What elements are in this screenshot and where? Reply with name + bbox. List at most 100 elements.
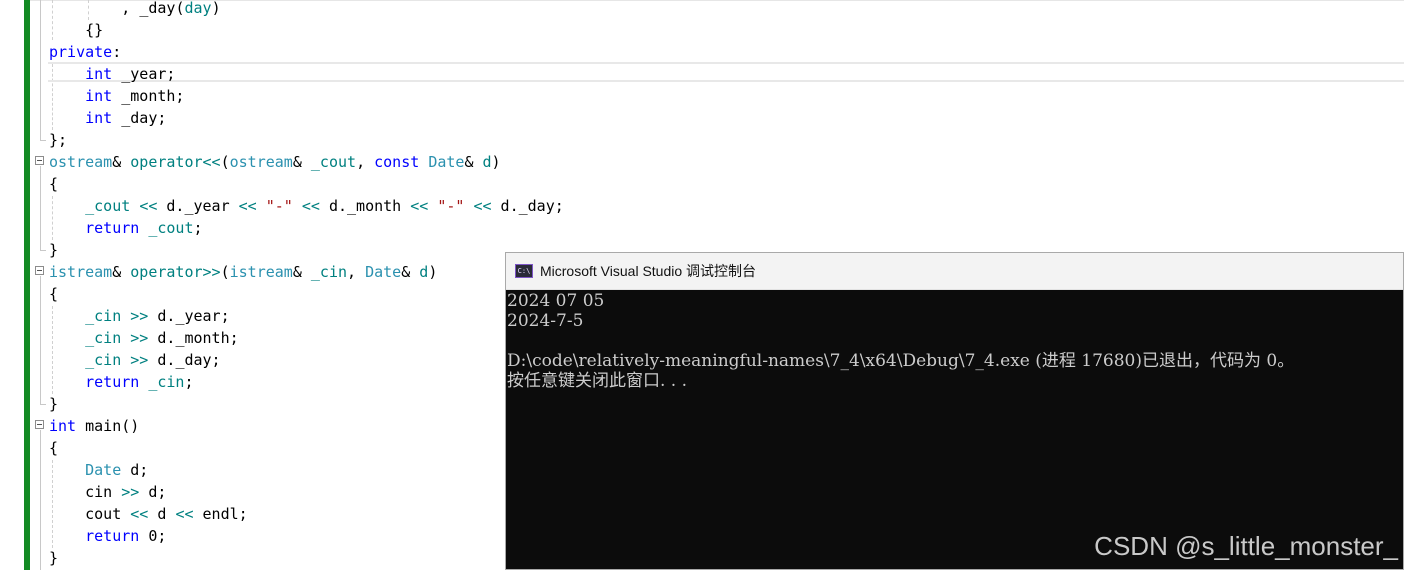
- code-token: d.: [148, 351, 176, 369]
- code-line[interactable]: _cout << d._year << "-" << d._month << "…: [49, 195, 564, 217]
- code-token: ): [428, 263, 438, 281]
- code-token: "-": [265, 197, 293, 215]
- code-token: &: [401, 263, 420, 281]
- fold-end-operator-in: [40, 404, 46, 405]
- code-token: d: [482, 153, 492, 171]
- code-line[interactable]: cout << d << endl;: [49, 503, 248, 525]
- code-line[interactable]: return _cout;: [49, 217, 203, 239]
- console-app-icon: C:\: [515, 264, 533, 278]
- code-token: "-": [437, 197, 465, 215]
- code-line[interactable]: ostream& operator<<(ostream& _cout, cons…: [49, 151, 501, 173]
- code-line[interactable]: int _day;: [49, 107, 166, 129]
- code-token: _day: [139, 0, 176, 17]
- code-token: d;: [121, 461, 149, 479]
- code-token: >>: [130, 329, 149, 347]
- code-line[interactable]: , _day(day): [49, 0, 220, 19]
- code-token: ;: [184, 373, 194, 391]
- code-token: <<: [473, 197, 492, 215]
- code-line[interactable]: {: [49, 173, 58, 195]
- console-line: 2024 07 05: [507, 291, 605, 311]
- code-token: istream: [49, 263, 113, 281]
- code-token: _year: [184, 197, 230, 215]
- code-line[interactable]: }: [49, 239, 58, 261]
- code-line[interactable]: int _year;: [49, 63, 175, 85]
- code-token: {: [49, 285, 59, 303]
- code-token: };: [49, 131, 68, 149]
- code-token: }: [49, 549, 59, 567]
- code-line[interactable]: int _month;: [49, 85, 184, 107]
- code-token: &: [292, 153, 311, 171]
- code-token: return: [85, 373, 140, 391]
- code-token: ostream: [49, 153, 113, 171]
- code-line[interactable]: _cin >> d._year;: [49, 305, 230, 327]
- fold-end-operator-out: [40, 250, 46, 251]
- code-line[interactable]: int main(): [49, 415, 139, 437]
- code-token: :: [112, 43, 122, 61]
- code-token: &: [112, 153, 131, 171]
- code-token: &: [464, 153, 483, 171]
- console-output[interactable]: 2024 07 05 2024-7-5 D:\code\relatively-m…: [506, 290, 1403, 569]
- code-line[interactable]: {}: [49, 19, 103, 41]
- code-token: cout: [49, 505, 131, 523]
- code-line[interactable]: return 0;: [49, 525, 166, 547]
- code-line[interactable]: cin >> d;: [49, 481, 166, 503]
- code-token: ;: [193, 219, 203, 237]
- code-line[interactable]: }: [49, 393, 58, 415]
- code-token: _cin: [85, 351, 122, 369]
- code-token: &: [292, 263, 311, 281]
- console-titlebar[interactable]: C:\ Microsoft Visual Studio 调试控制台: [506, 253, 1403, 290]
- code-line[interactable]: istream& operator>>(istream& _cin, Date&…: [49, 261, 437, 283]
- debug-console-window[interactable]: C:\ Microsoft Visual Studio 调试控制台 2024 0…: [505, 252, 1404, 570]
- current-line-highlight: [48, 62, 1404, 82]
- code-line[interactable]: _cin >> d._day;: [49, 349, 220, 371]
- code-token: <<: [175, 505, 194, 523]
- code-token: }: [49, 395, 59, 413]
- code-line[interactable]: }: [49, 547, 58, 569]
- code-token: d.: [157, 197, 185, 215]
- fold-line-class: [40, 0, 41, 140]
- code-line[interactable]: {: [49, 437, 58, 459]
- fold-toggle-main-icon[interactable]: [35, 420, 44, 429]
- code-token: d.: [319, 197, 348, 215]
- code-token: {: [49, 439, 59, 457]
- console-line: D:\code\relatively-meaningful-names\7_4\…: [507, 351, 1295, 371]
- code-line[interactable]: private:: [49, 41, 121, 63]
- code-token: d: [148, 505, 176, 523]
- fold-line-main: [40, 430, 41, 570]
- code-line[interactable]: {: [49, 283, 58, 305]
- fold-toggle-operator-out-icon[interactable]: [35, 156, 44, 165]
- console-title: Microsoft Visual Studio 调试控制台: [540, 263, 757, 279]
- code-token: >>: [130, 351, 149, 369]
- code-line[interactable]: _cin >> d._month;: [49, 327, 239, 349]
- code-line[interactable]: };: [49, 129, 67, 151]
- fold-toggle-operator-in-icon[interactable]: [35, 266, 44, 275]
- code-token: _cout: [148, 219, 194, 237]
- code-token: return: [85, 527, 140, 545]
- code-token: endl;: [193, 505, 248, 523]
- code-token: _day;: [112, 109, 167, 127]
- code-line[interactable]: Date d;: [49, 459, 148, 481]
- code-token: >>: [130, 307, 149, 325]
- code-line[interactable]: return _cin;: [49, 371, 194, 393]
- code-token: _month;: [112, 87, 185, 105]
- code-token: _year;: [112, 65, 176, 83]
- code-token: _year;: [175, 307, 230, 325]
- code-token: d.: [148, 329, 176, 347]
- code-token: <<: [139, 197, 158, 215]
- code-token: _cout: [85, 197, 131, 215]
